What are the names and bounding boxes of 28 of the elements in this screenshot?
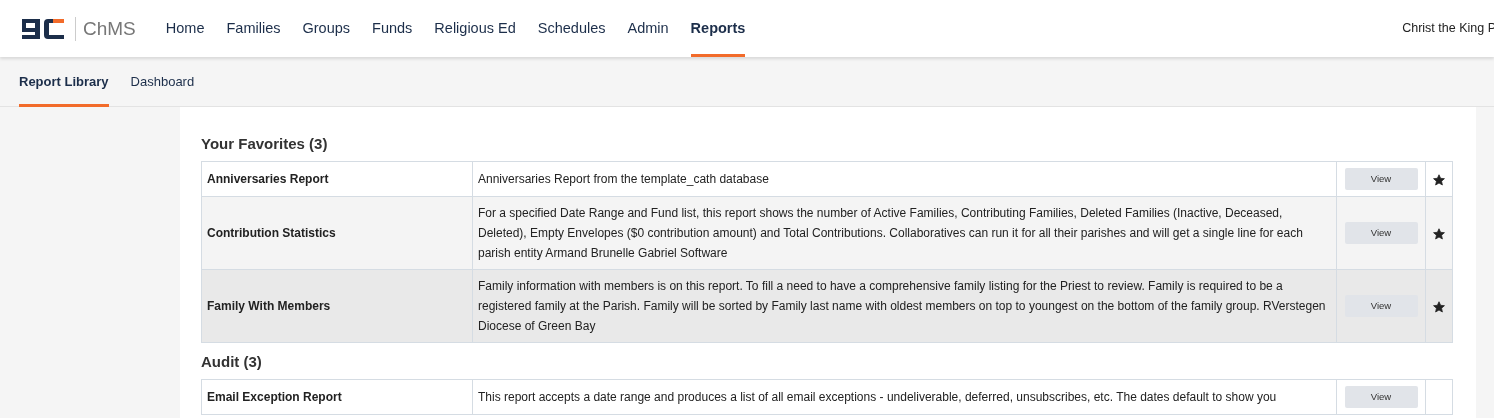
view-button[interactable]: View xyxy=(1344,168,1418,190)
star-icon[interactable] xyxy=(1433,228,1445,241)
nav-tab[interactable]: Home xyxy=(165,0,205,57)
report-name: Contribution Statistics xyxy=(201,196,473,270)
product-name: ChMS xyxy=(75,16,136,41)
report-description: For a specified Date Range and Fund list, this report shows the number of Active Families, Contributing Families, Deleted Families (Inactive, Deceased, Deleted), Empty Envelopes ($0 contribution amount) and Total Contributions. Collaboratives can run it for all their parishes and will get a single line for each parish entity Armand Brunelle Gabriel Software xyxy=(472,196,1337,270)
section-heading: Your Favorites (3) xyxy=(201,135,329,153)
report-description: Family information with members is on this report. To fill a need to have a comprehensive family listing for the Priest to review. Family is required to be a registered family at the Parish. Family will be sorted by Family last name with oldest members on top to youngest on the bottom of the family group. RVerstegen Diocese of Green Bay xyxy=(472,269,1337,343)
report-description: Anniversaries Report from the template_cath database xyxy=(472,161,1337,197)
nav-tab[interactable]: Funds xyxy=(372,0,413,57)
report-name: Anniversaries Report xyxy=(201,161,473,197)
view-button[interactable]: View xyxy=(1344,295,1418,317)
nav-tab[interactable]: Schedules xyxy=(537,0,606,57)
report-name: Family With Members xyxy=(201,269,473,343)
subnav-tab[interactable]: Dashboard xyxy=(130,57,195,107)
view-button[interactable]: View xyxy=(1344,222,1418,244)
nav-tab[interactable]: Groups xyxy=(302,0,351,57)
nav-tab[interactable]: Reports xyxy=(690,0,746,57)
nav-tab[interactable]: Families xyxy=(226,0,281,57)
star-icon[interactable] xyxy=(1433,301,1445,314)
star-icon[interactable] xyxy=(1433,174,1445,187)
nav-tab[interactable]: Admin xyxy=(627,0,669,57)
report-name: Email Exception Report xyxy=(201,379,473,415)
section-heading: Audit (3) xyxy=(201,353,263,371)
subnav-tab[interactable]: Report Library xyxy=(19,57,109,107)
report-description: This report accepts a date range and produces a list of all email exceptions - undeliverable, deferred, unsubscribes, etc. The dates default to show you xyxy=(472,379,1337,415)
nav-tab[interactable]: Religious Ed xyxy=(434,0,516,57)
view-button[interactable]: View xyxy=(1344,386,1418,408)
